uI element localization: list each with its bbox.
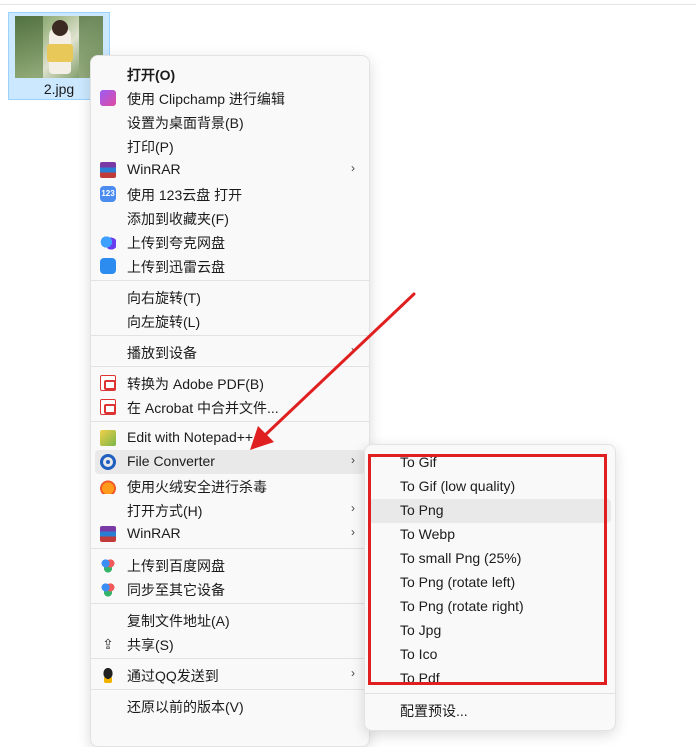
annotation-arrow xyxy=(250,292,416,450)
